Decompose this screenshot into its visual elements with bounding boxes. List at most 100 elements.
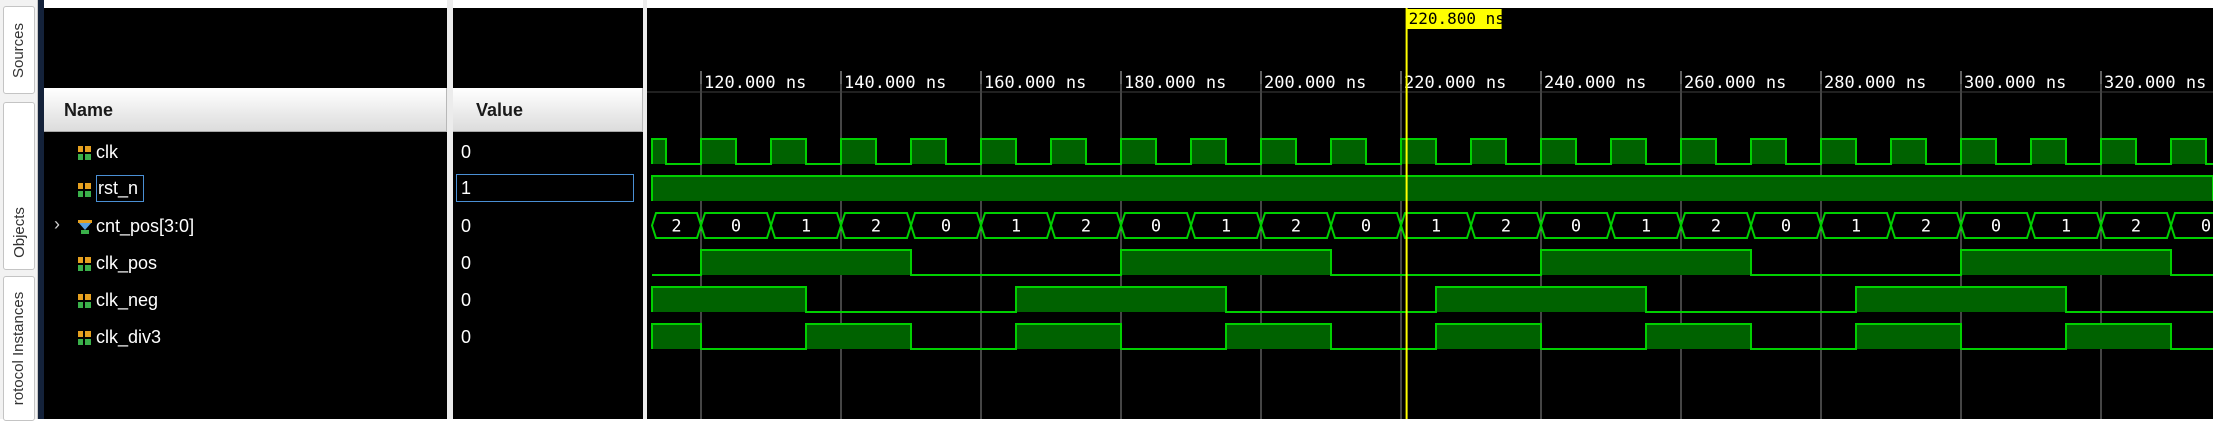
clk-wave-high-fill	[1541, 139, 1576, 164]
time-tick-label: 300.000 ns	[1964, 73, 2066, 93]
signal-value-editor[interactable]: 1	[456, 174, 634, 202]
value-row-cnt-pos[interactable]: 0	[453, 208, 643, 245]
bit-signal-icon	[78, 331, 91, 345]
cnt-pos-value-label: 1	[1431, 217, 1441, 237]
sources-tab[interactable]: Sources	[3, 6, 35, 94]
signal-value: 0	[461, 216, 472, 236]
clk-div3-wave-high-fill	[806, 324, 911, 349]
side-tab-strip: Sources Objects rotocol Instances	[0, 0, 38, 421]
clk-div3-wave-high-fill	[1016, 324, 1121, 349]
signal-name: clk_neg	[96, 290, 159, 310]
cnt-pos-value-label: 2	[2131, 217, 2141, 237]
signal-row-clk-div3[interactable]: clk_div3	[44, 319, 447, 356]
clk-div3-wave-high-fill	[1646, 324, 1751, 349]
cnt-pos-value-label: 2	[871, 217, 881, 237]
clk-pos-wave-high-fill	[1121, 250, 1331, 275]
value-row-clk-pos[interactable]: 0	[453, 245, 643, 282]
clk-wave-high-fill	[1751, 139, 1786, 164]
objects-tab-label: Objects	[10, 206, 28, 258]
clk-wave-high-fill	[652, 139, 666, 164]
time-tick-label: 260.000 ns	[1684, 73, 1786, 93]
signal-name: clk_pos	[96, 253, 158, 273]
cnt-pos-value-label: 0	[731, 217, 741, 237]
expand-chevron-icon[interactable]: ›	[54, 214, 60, 235]
signal-row-clk[interactable]: clk	[44, 134, 447, 171]
clk-div3-wave-high-fill	[1856, 324, 1961, 349]
value-column-label: Value	[476, 100, 524, 120]
bit-signal-icon	[78, 294, 91, 308]
cnt-pos-value-label: 0	[941, 217, 951, 237]
clk-pos-wave-high-fill	[701, 250, 911, 275]
clk-wave-high-fill	[1191, 139, 1226, 164]
value-row-clk[interactable]: 0	[453, 134, 643, 171]
signal-value: 0	[461, 290, 472, 310]
time-tick-label: 220.000 ns	[1404, 73, 1506, 93]
cnt-pos-value-label: 0	[1571, 217, 1581, 237]
cnt-pos-value-label: 0	[1361, 217, 1371, 237]
cnt-pos-value-label: 0	[1151, 217, 1161, 237]
bit-signal-icon	[78, 183, 91, 197]
clk-wave-high-fill	[1471, 139, 1506, 164]
value-row-rst-n[interactable]: 1	[453, 171, 643, 208]
clk-wave-high-fill	[1261, 139, 1296, 164]
name-column-header[interactable]: Name	[44, 88, 447, 132]
time-tick-label: 120.000 ns	[704, 73, 806, 93]
clk-neg-wave-high-fill	[1436, 287, 1646, 312]
cnt-pos-value-label: 2	[1921, 217, 1931, 237]
clk-wave-high-fill	[911, 139, 946, 164]
protocol-instances-tab[interactable]: rotocol Instances	[3, 276, 35, 421]
time-tick-label: 200.000 ns	[1264, 73, 1366, 93]
signal-name: rst_n	[96, 175, 145, 202]
clk-pos-wave-high-fill	[1541, 250, 1751, 275]
bus-signal-icon	[78, 220, 92, 234]
value-column-header[interactable]: Value	[453, 88, 643, 132]
clk-wave-high-fill	[841, 139, 876, 164]
time-tick-label: 280.000 ns	[1824, 73, 1926, 93]
time-tick-label: 160.000 ns	[984, 73, 1086, 93]
value-row-clk-div3[interactable]: 0	[453, 319, 643, 356]
clk-wave-high-fill	[1821, 139, 1856, 164]
clk-wave-high-fill	[2171, 139, 2206, 164]
time-tick-label: 320.000 ns	[2104, 73, 2206, 93]
clk-wave-high-fill	[771, 139, 806, 164]
signal-name: clk_div3	[96, 327, 162, 347]
value-row-clk-neg[interactable]: 0	[453, 282, 643, 319]
protocol-instances-tab-label: rotocol Instances	[10, 291, 28, 406]
time-tick-label: 240.000 ns	[1544, 73, 1646, 93]
clk-div3-wave-high-fill	[1226, 324, 1331, 349]
cnt-pos-value-label: 2	[1291, 217, 1301, 237]
clk-wave-high-fill	[981, 139, 1016, 164]
signal-row-clk-pos[interactable]: clk_pos	[44, 245, 447, 282]
cnt-pos-value-label: 1	[1851, 217, 1861, 237]
cnt-pos-value-label: 0	[2201, 217, 2211, 237]
waveform-viewer[interactable]: 120.000 ns 140.000 ns 160.000 ns 180.000 ns…	[647, 8, 2213, 419]
clk-pos-wave-high-fill	[1961, 250, 2171, 275]
waveform-canvas[interactable]: 120.000 ns 140.000 ns 160.000 ns 180.000 ns…	[647, 8, 2213, 419]
cnt-pos-value-label: 1	[1011, 217, 1021, 237]
signal-name: cnt_pos[3:0]	[96, 216, 195, 236]
objects-tab[interactable]: Objects	[3, 102, 35, 270]
clk-wave-high-fill	[2031, 139, 2066, 164]
cnt-pos-value-label: 0	[1991, 217, 2001, 237]
clk-neg-wave-high-fill	[1856, 287, 2066, 312]
time-tick-label: 180.000 ns	[1124, 73, 1226, 93]
clk-div3-wave-high-fill	[2066, 324, 2171, 349]
cnt-pos-value-label: 2	[1081, 217, 1091, 237]
signal-row-cnt-pos[interactable]: › cnt_pos[3:0]	[44, 208, 447, 245]
bit-signal-icon	[78, 257, 91, 271]
clk-wave-high-fill	[1611, 139, 1646, 164]
clk-wave-high-fill	[1121, 139, 1156, 164]
cnt-pos-value-label: 1	[1221, 217, 1231, 237]
signal-row-clk-neg[interactable]: clk_neg	[44, 282, 447, 319]
cnt-pos-value-label: 1	[2061, 217, 2071, 237]
cnt-pos-value-label: 0	[1781, 217, 1791, 237]
clk-wave-high-fill	[1891, 139, 1926, 164]
rst-n-wave-high-fill	[652, 176, 2213, 201]
clk-neg-wave-high-fill	[1016, 287, 1226, 312]
signal-row-rst-n[interactable]: rst_n	[44, 171, 447, 208]
signal-value: 0	[461, 142, 472, 162]
cnt-pos-value-label: 1	[1641, 217, 1651, 237]
clk-wave-high-fill	[1331, 139, 1366, 164]
cnt-pos-value-label: 2	[1501, 217, 1511, 237]
cnt-pos-value-label: 1	[801, 217, 811, 237]
